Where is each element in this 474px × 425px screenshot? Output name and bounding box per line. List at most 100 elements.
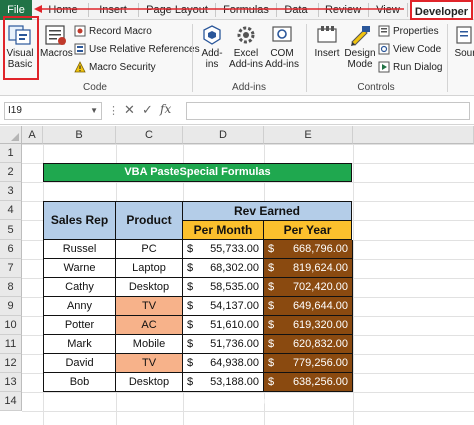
amount-value: 819,624.00: [292, 262, 348, 274]
cell-sales-rep[interactable]: Bob: [43, 373, 116, 392]
properties-button[interactable]: Properties: [378, 24, 439, 39]
ribbon-body: Visual Basic Macros Record Macro Use Rel…: [0, 16, 474, 96]
macro-security-button[interactable]: Macro Security: [74, 60, 156, 75]
chevron-down-icon[interactable]: ▼: [90, 103, 98, 119]
row-header[interactable]: 14: [0, 392, 22, 411]
select-all-button[interactable]: [0, 126, 22, 144]
cell-per-month[interactable]: $54,137.00: [182, 297, 264, 316]
cell-sales-rep[interactable]: Anny: [43, 297, 116, 316]
cell-per-month[interactable]: $51,610.00: [182, 316, 264, 335]
header-sales-rep[interactable]: Sales Rep: [43, 201, 116, 240]
cell-per-month[interactable]: $53,188.00: [182, 373, 264, 392]
amount-value: 638,256.00: [292, 376, 348, 388]
tab-review[interactable]: Review: [322, 0, 364, 20]
formula-bar-resize-handle[interactable]: ⋮: [108, 104, 119, 117]
cell-per-year[interactable]: $819,624.00: [263, 259, 353, 278]
cell-per-year[interactable]: $702,420.00: [263, 278, 353, 297]
cell-per-month[interactable]: $55,733.00: [182, 240, 264, 259]
excel-addins-button[interactable]: Excel Add-ins: [229, 24, 263, 70]
controls-group-label: Controls: [357, 82, 395, 93]
cell-sales-rep[interactable]: Russel: [43, 240, 116, 259]
addins-button[interactable]: Add- ins: [197, 24, 227, 70]
cell-product[interactable]: Desktop: [115, 278, 183, 297]
com-addins-button[interactable]: COM Add-ins: [264, 24, 300, 70]
name-box[interactable]: I19 ▼: [4, 102, 102, 120]
design-mode-button[interactable]: Design Mode: [343, 24, 377, 70]
currency-symbol: $: [268, 262, 275, 274]
gridline: [22, 411, 474, 412]
relative-references-button[interactable]: Use Relative References: [74, 42, 200, 57]
group-separator: [192, 24, 193, 92]
currency-symbol: $: [268, 357, 275, 369]
row-header[interactable]: 1: [0, 144, 22, 163]
row-header[interactable]: 8: [0, 278, 22, 297]
cell-product[interactable]: Mobile: [115, 335, 183, 354]
amount-value: 55,733.00: [210, 243, 259, 255]
cell-sales-rep[interactable]: Mark: [43, 335, 116, 354]
row-header[interactable]: 12: [0, 354, 22, 373]
cell-sales-rep[interactable]: Cathy: [43, 278, 116, 297]
macros-button[interactable]: Macros: [40, 24, 73, 59]
row-header[interactable]: 10: [0, 316, 22, 335]
cell-per-year[interactable]: $620,832.00: [263, 335, 353, 354]
column-header[interactable]: E: [264, 126, 353, 144]
cell-per-month[interactable]: $51,736.00: [182, 335, 264, 354]
row-header[interactable]: 7: [0, 259, 22, 278]
column-header[interactable]: B: [43, 126, 116, 144]
tab-data[interactable]: Data: [280, 0, 312, 20]
formula-input[interactable]: [186, 102, 470, 120]
run-dialog-button[interactable]: Run Dialog: [378, 60, 442, 75]
tab-view[interactable]: View: [372, 0, 404, 20]
cell-product[interactable]: AC: [115, 316, 183, 335]
run-dialog-label: Run Dialog: [393, 62, 443, 73]
cell-per-year[interactable]: $649,644.00: [263, 297, 353, 316]
sheet-title[interactable]: VBA PasteSpecial Formulas: [43, 163, 352, 182]
cell-sales-rep[interactable]: Potter: [43, 316, 116, 335]
column-header[interactable]: D: [183, 126, 264, 144]
cell-per-year[interactable]: $638,256.00: [263, 373, 353, 392]
cell-product[interactable]: PC: [115, 240, 183, 259]
header-product[interactable]: Product: [115, 201, 183, 240]
row-header[interactable]: 5: [0, 220, 22, 240]
tab-separator: [318, 3, 319, 17]
cell-product[interactable]: TV: [115, 297, 183, 316]
currency-symbol: $: [268, 376, 275, 388]
tab-home[interactable]: Home: [40, 0, 86, 20]
row-header[interactable]: 3: [0, 182, 22, 201]
tab-developer[interactable]: Developer: [410, 0, 473, 20]
insert-function-button[interactable]: fx: [160, 102, 171, 116]
cell-sales-rep[interactable]: David: [43, 354, 116, 373]
cell-per-month[interactable]: $64,938.00: [182, 354, 264, 373]
cell-product[interactable]: Desktop: [115, 373, 183, 392]
cell-product[interactable]: TV: [115, 354, 183, 373]
enter-icon[interactable]: ✓: [142, 102, 153, 118]
cancel-icon[interactable]: ✕: [124, 102, 135, 118]
view-code-button[interactable]: View Code: [378, 42, 441, 57]
cell-product[interactable]: Laptop: [115, 259, 183, 278]
record-macro-button[interactable]: Record Macro: [74, 24, 152, 39]
row-header[interactable]: 2: [0, 163, 22, 182]
amount-value: 619,320.00: [292, 319, 348, 331]
cell-per-year[interactable]: $779,256.00: [263, 354, 353, 373]
cell-per-year[interactable]: $619,320.00: [263, 316, 353, 335]
row-header[interactable]: 6: [0, 240, 22, 259]
tab-formulas[interactable]: Formulas: [219, 0, 273, 20]
row-header[interactable]: 11: [0, 335, 22, 354]
row-header[interactable]: 9: [0, 297, 22, 316]
cell-per-month[interactable]: $68,302.00: [182, 259, 264, 278]
addins-icon: [203, 25, 221, 45]
row-header[interactable]: 13: [0, 373, 22, 392]
header-rev-earned[interactable]: Rev Earned: [182, 201, 352, 221]
insert-control-button[interactable]: Insert: [311, 24, 343, 59]
header-per-month[interactable]: Per Month: [182, 220, 264, 240]
column-header[interactable]: C: [116, 126, 183, 144]
header-per-year[interactable]: Per Year: [263, 220, 352, 240]
tab-page-layout[interactable]: Page Layout: [142, 0, 212, 20]
cell-sales-rep[interactable]: Warne: [43, 259, 116, 278]
tab-insert[interactable]: Insert: [92, 0, 134, 20]
row-header[interactable]: 4: [0, 201, 22, 220]
cell-per-year[interactable]: $668,796.00: [263, 240, 353, 259]
source-button[interactable]: Sour: [452, 24, 474, 59]
cell-per-month[interactable]: $58,535.00: [182, 278, 264, 297]
column-header[interactable]: A: [22, 126, 43, 144]
